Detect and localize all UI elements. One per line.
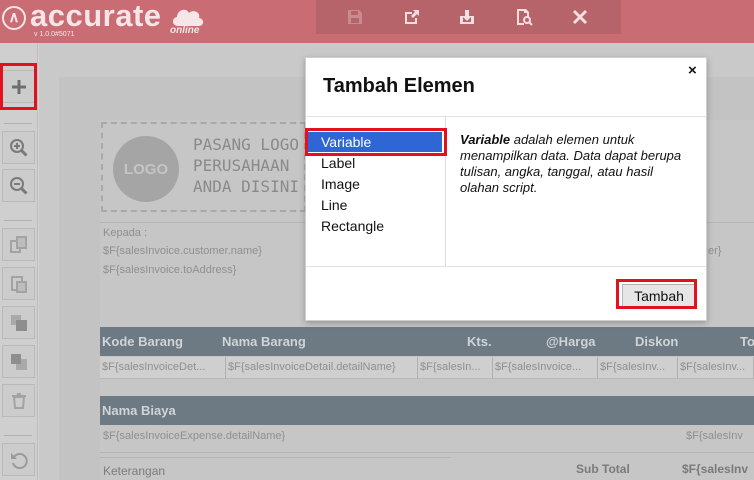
col-diskon[interactable]: Diskon (635, 334, 678, 349)
sub-total-field[interactable]: $F{salesInv (682, 462, 748, 476)
element-option-line[interactable]: Line (308, 195, 442, 215)
to-address-field[interactable]: $F{salesInvoice.toAddress} (103, 264, 236, 276)
col-nama-barang[interactable]: Nama Barang (222, 334, 306, 349)
divider-line (100, 452, 754, 453)
col-nama-biaya[interactable]: Nama Biaya (102, 403, 176, 418)
keterangan-label[interactable]: Keterangan (103, 464, 165, 478)
cell-total[interactable]: $F{salesInv... (678, 357, 754, 379)
dialog-title: Tambah Elemen (323, 75, 475, 97)
zoom-out-button[interactable] (2, 169, 35, 202)
bring-to-front-button[interactable] (2, 306, 35, 339)
logo-text: accurate (30, 0, 162, 33)
cell-kts[interactable]: $F{salesIn... (418, 357, 493, 379)
description-term: Variable (460, 132, 511, 147)
preview-button[interactable] (513, 6, 535, 28)
element-option-image[interactable]: Image (308, 174, 442, 194)
zoom-out-icon (9, 176, 28, 195)
delete-button[interactable] (2, 384, 35, 417)
save-button[interactable] (344, 6, 366, 28)
preview-icon (517, 9, 533, 26)
bring-front-icon (10, 314, 27, 331)
paste-icon (10, 275, 27, 293)
copy-button[interactable] (2, 228, 35, 261)
item-detail-row: $F{salesInvoiceDet... $F{salesInvoiceDet… (100, 357, 754, 379)
close-icon (572, 9, 588, 25)
cell-harga[interactable]: $F{salesInvoice... (493, 357, 598, 379)
download-icon (460, 10, 474, 24)
right-variable-field[interactable]: er} (708, 245, 721, 257)
col-harga[interactable]: @Harga (546, 334, 596, 349)
col-total[interactable]: To (740, 334, 754, 349)
col-kts[interactable]: Kts. (467, 334, 492, 349)
logo-placeholder-text: PASANG LOGO PERUSAHAAN ANDA DISINI (193, 135, 299, 196)
customer-name-field[interactable]: $F{salesInvoice.customer.name} (103, 245, 262, 257)
dialog-divider (306, 266, 706, 267)
undo-button[interactable] (2, 443, 35, 476)
app-header: ∧ accurate online v 1.0.0#5071 (0, 0, 754, 43)
element-option-label[interactable]: Label (308, 153, 442, 173)
logo-online-text: online (170, 25, 200, 36)
add-button-highlight (0, 63, 37, 110)
item-header-band: Kode Barang Nama Barang Kts. @Harga Disk… (100, 327, 754, 356)
logo-circle: LOGO (113, 136, 179, 202)
zoom-in-icon (9, 138, 28, 157)
version-label: v 1.0.0#5071 (34, 31, 75, 38)
expense-name-field[interactable]: $F{salesInvoiceExpense.detailName} (103, 430, 285, 442)
variable-option-highlight (305, 128, 447, 156)
expense-header-band: Nama Biaya (100, 396, 754, 425)
kepada-label[interactable]: Kepada : (103, 227, 147, 239)
sidebar-divider (4, 123, 32, 124)
cell-nama-barang[interactable]: $F{salesInvoiceDetail.detailName} (226, 357, 418, 379)
zoom-in-button[interactable] (2, 131, 35, 164)
dialog-close-icon[interactable]: × (688, 62, 697, 79)
undo-icon (10, 452, 28, 469)
expense-amount-field[interactable]: $F{salesInv (686, 430, 743, 442)
logo-placeholder-box[interactable]: LOGO PASANG LOGO PERUSAHAAN ANDA DISINI (101, 122, 306, 212)
cell-diskon[interactable]: $F{salesInv... (598, 357, 678, 379)
accurate-logo: ∧ accurate online v 1.0.0#5071 (2, 0, 212, 40)
trash-icon (11, 392, 26, 409)
logo-mark-icon: ∧ (2, 6, 26, 30)
copy-icon (9, 235, 27, 253)
cell-kode-barang[interactable]: $F{salesInvoiceDet... (100, 357, 226, 379)
element-option-rectangle[interactable]: Rectangle (308, 216, 442, 236)
element-description: Variable adalah elemen untuk menampilkan… (460, 132, 685, 196)
tambah-button-highlight (616, 279, 697, 309)
col-kode-barang[interactable]: Kode Barang (102, 334, 183, 349)
sub-total-label[interactable]: Sub Total (576, 462, 630, 476)
top-toolbar (316, 0, 621, 34)
export-button[interactable] (401, 6, 423, 28)
download-button[interactable] (456, 6, 478, 28)
sidebar-divider (4, 220, 32, 221)
send-back-icon (10, 353, 27, 370)
paste-button[interactable] (2, 267, 35, 300)
sidebar-divider (4, 435, 32, 436)
divider-line (100, 457, 451, 458)
close-button[interactable] (569, 6, 591, 28)
export-icon (405, 10, 419, 24)
send-to-back-button[interactable] (2, 345, 35, 378)
save-icon (348, 10, 362, 24)
